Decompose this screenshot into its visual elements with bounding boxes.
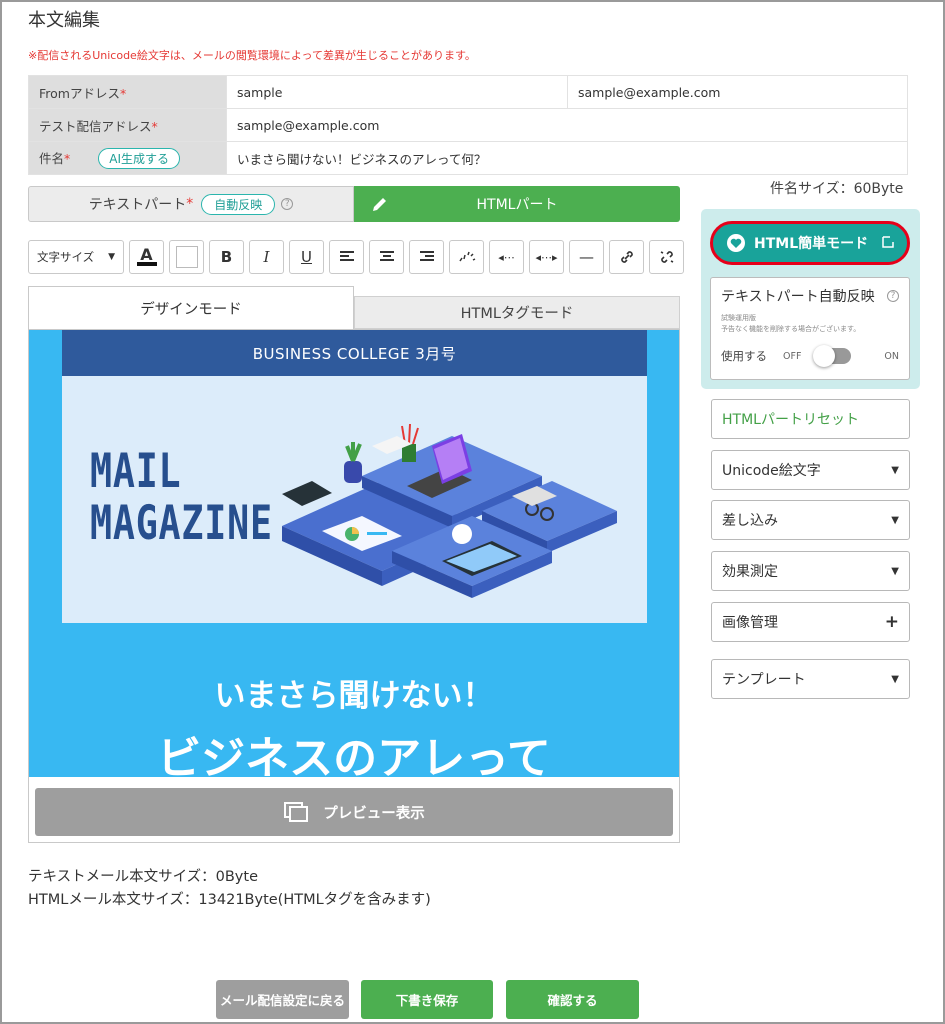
unicode-emoji-dropdown[interactable]: Unicode絵文字 ▼	[711, 450, 910, 490]
plus-icon: +	[884, 612, 899, 632]
link-icon	[620, 251, 633, 263]
required-mark: *	[119, 85, 127, 101]
test-address-label: テスト配信アドレス*	[28, 108, 227, 142]
auto-reflect-button[interactable]: 自動反映	[201, 193, 276, 215]
required-mark: *	[186, 196, 194, 212]
subject-row: 件名* AI生成する いまさら聞けない！ビジネスのアレって何？	[28, 141, 908, 175]
toggle-on-label: ON	[884, 350, 899, 362]
from-row: Fromアドレス* sample sample@example.com	[28, 75, 908, 109]
subject-size: 件名サイズ：60Byte	[770, 181, 904, 197]
align-left-icon	[339, 251, 354, 261]
image-manage-button[interactable]: 画像管理 +	[711, 602, 910, 642]
unlink-icon	[660, 251, 673, 263]
ai-generate-button[interactable]: AI生成する	[98, 147, 181, 169]
template-dropdown[interactable]: テンプレート ▼	[711, 659, 910, 699]
newsletter-header: BUSINESS COLLEGE 3月号	[62, 330, 647, 376]
toggle-knob	[813, 345, 836, 367]
indent-both-button[interactable]: ◂⋯▸	[529, 240, 564, 274]
subject-label: 件名* AI生成する	[28, 141, 227, 175]
caret-down-icon: ▼	[891, 464, 899, 476]
back-to-settings-button[interactable]: メール配信設定に戻る	[216, 980, 349, 1019]
insert-dropdown[interactable]: 差し込み ▼	[711, 500, 910, 540]
newsletter-headline-1: いまさら聞けない！	[214, 678, 494, 714]
design-editor[interactable]: BUSINESS COLLEGE 3月号 MAIL MAGAZINE いまさら聞…	[28, 329, 680, 843]
hero-image: MAIL MAGAZINE	[62, 376, 647, 623]
test-address-field[interactable]: sample@example.com	[226, 108, 908, 142]
from-email-field[interactable]: sample@example.com	[567, 75, 908, 109]
html-easy-mode-label: HTML簡単モード	[754, 236, 869, 252]
help-icon[interactable]: ?	[281, 198, 294, 210]
newsletter-headline-2: ビジネスのアレって	[157, 733, 551, 777]
toggle-off-label: OFF	[783, 350, 802, 362]
text-body-size: テキストメール本文サイズ：0Byte	[28, 869, 258, 885]
underline-button[interactable]: U	[289, 240, 324, 274]
from-label: Fromアドレス*	[28, 75, 227, 109]
emoji-notice: ※配信されるUnicode絵文字は、メールの閲覧環境によって差異が生じることがあ…	[28, 49, 476, 62]
auto-reflect-toggle[interactable]	[813, 345, 852, 367]
unlink-button[interactable]	[649, 240, 684, 274]
newsletter-canvas[interactable]: BUSINESS COLLEGE 3月号 MAIL MAGAZINE いまさら聞…	[29, 330, 679, 777]
align-right-icon	[419, 251, 434, 261]
auto-reflect-note: 試験運用版 予告なく機能を削除する場合がございます。	[721, 314, 861, 333]
heart-icon	[727, 234, 745, 252]
auto-reflect-card: テキストパート自動反映 ? 試験運用版 予告なく機能を削除する場合がございます。…	[710, 277, 910, 380]
from-name-field[interactable]: sample	[226, 75, 568, 109]
link-button[interactable]	[609, 240, 644, 274]
bold-button[interactable]: B	[209, 240, 244, 274]
font-size-select[interactable]: 文字サイズ ▼	[28, 240, 124, 274]
tab-text-part-label: テキストパート	[88, 197, 187, 213]
auto-reflect-toggle-row: 使用する OFF ON	[721, 345, 899, 367]
editor-toolbar: 文字サイズ ▼ A B I U ◂⋯ ◂⋯▸ —	[28, 240, 684, 274]
italic-button[interactable]: I	[249, 240, 284, 274]
test-address-row: テスト配信アドレス* sample@example.com	[28, 108, 908, 142]
caret-down-icon: ▼	[891, 565, 899, 577]
pencil-icon	[370, 194, 390, 218]
preview-button-label: プレビュー表示	[323, 805, 425, 822]
confirm-button[interactable]: 確認する	[506, 980, 639, 1019]
effect-measure-dropdown[interactable]: 効果測定 ▼	[711, 551, 910, 591]
subject-field[interactable]: いまさら聞けない！ビジネスのアレって何？	[226, 141, 908, 175]
required-mark: *	[64, 150, 71, 166]
preview-icon	[284, 802, 309, 822]
align-center-button[interactable]	[369, 240, 404, 274]
body-size-info: テキストメール本文サイズ：0Byte HTMLメール本文サイズ：13421Byt…	[28, 866, 431, 912]
dropdown-arrow-icon: ▼	[108, 252, 115, 262]
tab-html-tag-mode[interactable]: HTMLタグモード	[354, 296, 680, 329]
required-mark: *	[151, 118, 158, 134]
expand-icon	[881, 235, 895, 253]
help-icon[interactable]: ?	[887, 290, 899, 302]
tab-html-part[interactable]: HTMLパート	[354, 186, 680, 222]
text-color-button[interactable]: A	[129, 240, 164, 274]
address-table: Fromアドレス* sample sample@example.com テスト配…	[28, 75, 908, 175]
page-title: 本文編集	[28, 10, 100, 31]
background-color-button[interactable]	[169, 240, 204, 274]
horizontal-rule-button[interactable]: —	[569, 240, 604, 274]
sparkle-icon	[458, 251, 475, 262]
align-left-button[interactable]	[329, 240, 364, 274]
save-draft-button[interactable]: 下書き保存	[361, 980, 493, 1019]
isometric-desk-illustration	[282, 423, 617, 598]
html-easy-mode-button[interactable]: HTML簡単モード	[710, 221, 910, 265]
spacing-button[interactable]	[449, 240, 484, 274]
html-body-size: HTMLメール本文サイズ：13421Byte(HTMLタグを含みます)	[28, 892, 431, 908]
tab-design-mode[interactable]: デザインモード	[28, 286, 354, 329]
auto-reflect-title: テキストパート自動反映	[721, 289, 875, 305]
tab-html-part-label: HTMLパート	[476, 197, 558, 213]
use-label: 使用する	[721, 349, 767, 363]
caret-down-icon: ▼	[891, 673, 899, 685]
preview-button[interactable]: プレビュー表示	[35, 788, 673, 836]
html-mode-panel: HTML簡単モード テキストパート自動反映 ? 試験運用版 予告なく機能を削除す…	[701, 209, 920, 389]
html-part-reset-button[interactable]: HTMLパートリセット	[711, 399, 910, 439]
tab-text-part[interactable]: テキストパート * 自動反映 ?	[28, 186, 354, 222]
align-right-button[interactable]	[409, 240, 444, 274]
caret-down-icon: ▼	[891, 514, 899, 526]
indent-left-button[interactable]: ◂⋯	[489, 240, 524, 274]
align-center-icon	[379, 251, 394, 261]
